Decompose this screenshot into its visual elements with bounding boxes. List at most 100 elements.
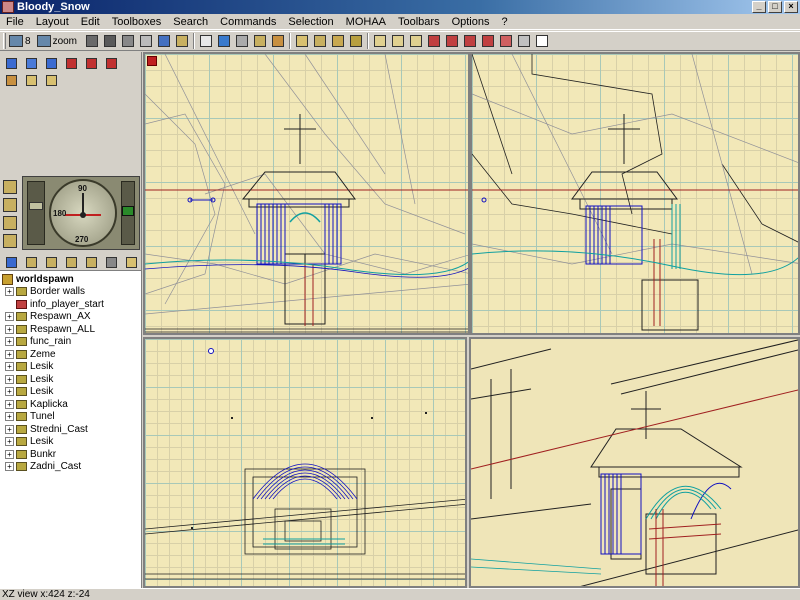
tab-3d[interactable] <box>102 254 120 270</box>
prim-cone-button[interactable] <box>42 55 60 71</box>
tree-item[interactable]: + Stredni_Cast <box>0 423 141 436</box>
tree-item[interactable]: + Respawn_AX <box>0 311 141 324</box>
viewport-side[interactable] <box>470 52 800 335</box>
tree-item[interactable]: + Border walls <box>0 286 141 299</box>
flip-x-button[interactable] <box>372 33 388 49</box>
tree-item[interactable]: + Lesik <box>0 373 141 386</box>
menu-layout[interactable]: Layout <box>30 15 75 29</box>
expand-icon[interactable]: + <box>5 337 14 347</box>
camera-pan-icon[interactable] <box>3 216 17 230</box>
cube-button[interactable] <box>270 33 286 49</box>
tree-item[interactable]: + Kaplicka <box>0 398 141 411</box>
rotate-y-button[interactable] <box>444 33 460 49</box>
menu-mohaa[interactable]: MOHAA <box>340 15 392 29</box>
csg-merge-button[interactable] <box>330 33 346 49</box>
tree-item[interactable]: + Lesik <box>0 436 141 449</box>
tab-filter[interactable] <box>122 254 140 270</box>
tab-textures[interactable] <box>62 254 80 270</box>
texture-button[interactable] <box>120 33 136 49</box>
tab-brushes[interactable] <box>22 254 40 270</box>
tree-item[interactable]: + Bunkr <box>0 448 141 461</box>
viewport-3d[interactable] <box>469 337 800 588</box>
tree-item[interactable]: + Tunel <box>0 411 141 424</box>
camera-speed-slider[interactable] <box>121 181 135 245</box>
select-button[interactable] <box>198 33 214 49</box>
prim-pyramid-button[interactable] <box>42 72 60 88</box>
tab-models[interactable] <box>82 254 100 270</box>
prim-wedge-button[interactable] <box>22 72 40 88</box>
brush-button[interactable] <box>174 33 190 49</box>
menu-options[interactable]: Options <box>446 15 496 29</box>
entity-tree[interactable]: worldspawn + Border walls info_player_star… <box>0 270 141 588</box>
clip-button[interactable] <box>252 33 268 49</box>
menu-edit[interactable]: Edit <box>75 15 106 29</box>
tree-item[interactable]: + Zadni_Cast <box>0 461 141 474</box>
view-3d-button[interactable] <box>84 33 100 49</box>
camera-zoom-icon[interactable] <box>3 234 17 248</box>
flip-y-button[interactable] <box>390 33 406 49</box>
rotate-x-button[interactable] <box>426 33 442 49</box>
zoom-control[interactable]: zoom <box>36 35 77 47</box>
slider-thumb[interactable] <box>122 206 134 216</box>
tree-item[interactable]: info_player_start <box>0 298 141 311</box>
carve-button[interactable] <box>348 33 364 49</box>
prim-cube-button[interactable] <box>2 55 20 71</box>
tree-item[interactable]: + func_rain <box>0 336 141 349</box>
expand-icon[interactable]: + <box>5 324 14 334</box>
prim-cylinder-button[interactable] <box>22 55 40 71</box>
patch-button[interactable] <box>534 33 550 49</box>
expand-icon[interactable]: + <box>5 399 14 409</box>
tab-entities[interactable] <box>2 254 20 270</box>
toolbar-grip[interactable] <box>3 33 6 49</box>
flip-z-button[interactable] <box>408 33 424 49</box>
edge-button[interactable] <box>234 33 250 49</box>
entity-button[interactable] <box>156 33 172 49</box>
prim-sphere-button[interactable] <box>62 55 80 71</box>
maximize-button[interactable]: □ <box>768 1 782 13</box>
tree-item[interactable]: + Lesik <box>0 386 141 399</box>
slider-thumb[interactable] <box>29 202 43 210</box>
hollow-button[interactable] <box>294 33 310 49</box>
tree-item[interactable]: + Zeme <box>0 348 141 361</box>
menu-file[interactable]: File <box>0 15 30 29</box>
expand-icon[interactable]: + <box>5 387 14 397</box>
grid-size-control[interactable]: 8 <box>9 35 31 47</box>
rotate-z-button[interactable] <box>462 33 478 49</box>
compass-dial[interactable]: 90 180 270 <box>49 179 117 247</box>
menu-commands[interactable]: Commands <box>214 15 282 29</box>
expand-icon[interactable]: + <box>5 362 14 372</box>
expand-icon[interactable]: + <box>5 287 14 297</box>
menu-selection[interactable]: Selection <box>282 15 339 29</box>
camera-move-icon[interactable] <box>3 180 17 194</box>
expand-icon[interactable]: + <box>5 374 14 384</box>
vertex-button[interactable] <box>216 33 232 49</box>
tree-root[interactable]: worldspawn <box>0 273 141 286</box>
expand-icon[interactable]: + <box>5 462 14 472</box>
viewport-front[interactable] <box>143 52 470 335</box>
texture-lock-button[interactable] <box>516 33 532 49</box>
scale-button[interactable] <box>480 33 496 49</box>
menu-toolbars[interactable]: Toolbars <box>392 15 446 29</box>
wireframe-button[interactable] <box>138 33 154 49</box>
viewport-top[interactable] <box>143 337 467 588</box>
arbitrary-rotate-button[interactable] <box>498 33 514 49</box>
prim-stairs-button[interactable] <box>102 55 120 71</box>
camera-rotate-icon[interactable] <box>3 198 17 212</box>
expand-icon[interactable]: + <box>5 412 14 422</box>
expand-icon[interactable]: + <box>5 424 14 434</box>
tree-item[interactable]: + Respawn_ALL <box>0 323 141 336</box>
close-button[interactable]: × <box>784 1 798 13</box>
expand-icon[interactable]: + <box>5 449 14 459</box>
view-3d-alt-button[interactable] <box>102 33 118 49</box>
tab-groups[interactable] <box>42 254 60 270</box>
expand-icon[interactable]: + <box>5 312 14 322</box>
tree-item[interactable]: + Lesik <box>0 361 141 374</box>
menu-help[interactable]: ? <box>496 15 514 29</box>
menu-toolboxes[interactable]: Toolboxes <box>106 15 168 29</box>
minimize-button[interactable]: _ <box>752 1 766 13</box>
prim-arch-button[interactable] <box>82 55 100 71</box>
expand-icon[interactable]: + <box>5 437 14 447</box>
menu-search[interactable]: Search <box>167 15 214 29</box>
expand-icon[interactable]: + <box>5 349 14 359</box>
csg-subtract-button[interactable] <box>312 33 328 49</box>
